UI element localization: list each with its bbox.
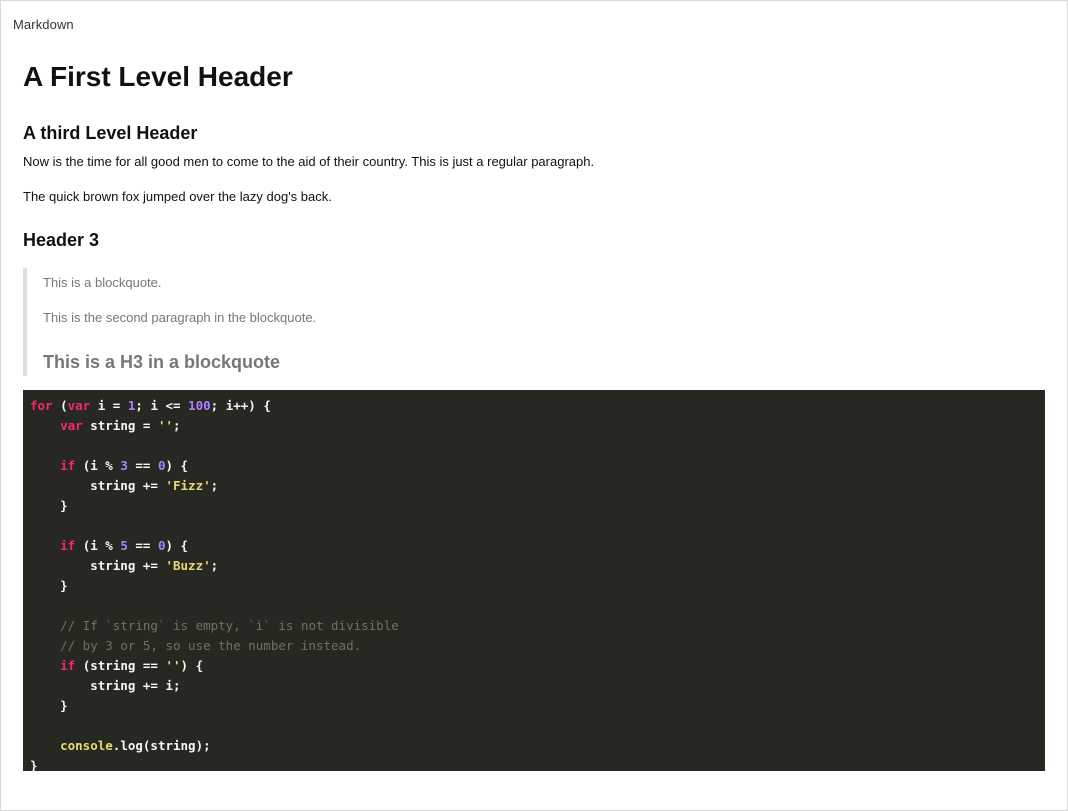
code-token: 100 — [188, 398, 211, 413]
code-token: if — [60, 538, 76, 553]
code-line: } — [30, 496, 1045, 516]
blockquote: This is a blockquote. This is the second… — [23, 268, 1045, 376]
code-line: } — [30, 696, 1045, 716]
code-token: 'Buzz' — [165, 558, 211, 573]
blockquote-paragraph-1: This is a blockquote. — [43, 275, 162, 290]
app-title: Markdown — [13, 17, 74, 32]
code-token: } — [30, 698, 68, 713]
code-token: } — [30, 758, 38, 771]
code-token: string += — [30, 558, 166, 573]
code-token: ) { — [165, 458, 189, 473]
code-token: var — [60, 418, 83, 433]
code-token: 5 — [120, 538, 128, 553]
code-token: == — [127, 458, 158, 473]
code-token: if — [60, 458, 76, 473]
code-token: ; — [210, 478, 219, 493]
code-token: var — [67, 398, 91, 413]
code-token: == — [127, 538, 158, 553]
blockquote-paragraph-2: This is the second paragraph in the bloc… — [43, 310, 317, 325]
code-token: '' — [165, 658, 181, 673]
code-line: console.log(string); — [30, 736, 1045, 756]
code-token: string = — [82, 418, 158, 433]
code-line: string += i; — [30, 676, 1045, 696]
paragraph-fox: The quick brown fox jumped over the lazy… — [23, 189, 332, 204]
code-token: string += — [30, 478, 166, 493]
code-line: } — [30, 576, 1045, 596]
code-line: string += 'Buzz'; — [30, 556, 1045, 576]
code-token: } — [30, 498, 68, 513]
code-token: ; i++) { — [210, 398, 271, 413]
code-line: // If `string` is empty, `i` is not divi… — [30, 616, 1045, 636]
code-line: if (i % 3 == 0) { — [30, 456, 1045, 476]
document-body: A First Level Header A third Level Heade… — [23, 55, 1045, 771]
paragraph-regular: Now is the time for all good men to come… — [23, 154, 595, 169]
code-token: (string == — [75, 658, 166, 673]
blockquote-h3: This is a H3 in a blockquote — [43, 352, 281, 372]
code-token: // by 3 or 5, so use the number instead. — [60, 638, 362, 653]
code-token: ) { — [165, 538, 189, 553]
code-token: } — [30, 578, 68, 593]
code-token: 'Fizz' — [165, 478, 211, 493]
code-block: for (var i = 1; i <= 100; i++) { var str… — [23, 390, 1045, 771]
code-token: string += i; — [30, 678, 181, 693]
code-token: console — [60, 738, 113, 753]
code-line: var string = ''; — [30, 416, 1045, 436]
code-token: ; — [173, 418, 181, 433]
code-line: string += 'Fizz'; — [30, 476, 1045, 496]
code-line: if (i % 5 == 0) { — [30, 536, 1045, 556]
code-token: (i % — [75, 458, 121, 473]
code-line: if (string == '') { — [30, 656, 1045, 676]
code-token: ; i <= — [135, 398, 189, 413]
code-token: 0 — [157, 458, 166, 473]
code-token: '' — [157, 418, 174, 433]
code-token: if — [60, 658, 76, 673]
code-line: } — [30, 756, 1045, 771]
code-token: i = — [90, 398, 128, 413]
third-level-header: A third Level Header — [23, 123, 198, 143]
code-token: 0 — [157, 538, 166, 553]
code-token: // If `string` is empty, `i` is not divi… — [60, 618, 399, 633]
first-level-header: A First Level Header — [23, 61, 293, 92]
code-token: for — [30, 398, 53, 413]
code-token: (i % — [75, 538, 121, 553]
code-line: // by 3 or 5, so use the number instead. — [30, 636, 1045, 656]
code-token: .log(string); — [112, 738, 211, 753]
code-token: ; — [210, 558, 219, 573]
code-token: ) { — [180, 658, 204, 673]
header-3: Header 3 — [23, 230, 100, 250]
code-token: 3 — [120, 458, 128, 473]
code-line: for (var i = 1; i <= 100; i++) { — [30, 396, 1045, 416]
code-token: ( — [52, 398, 68, 413]
markdown-preview-window: Markdown A First Level Header A third Le… — [0, 0, 1068, 811]
